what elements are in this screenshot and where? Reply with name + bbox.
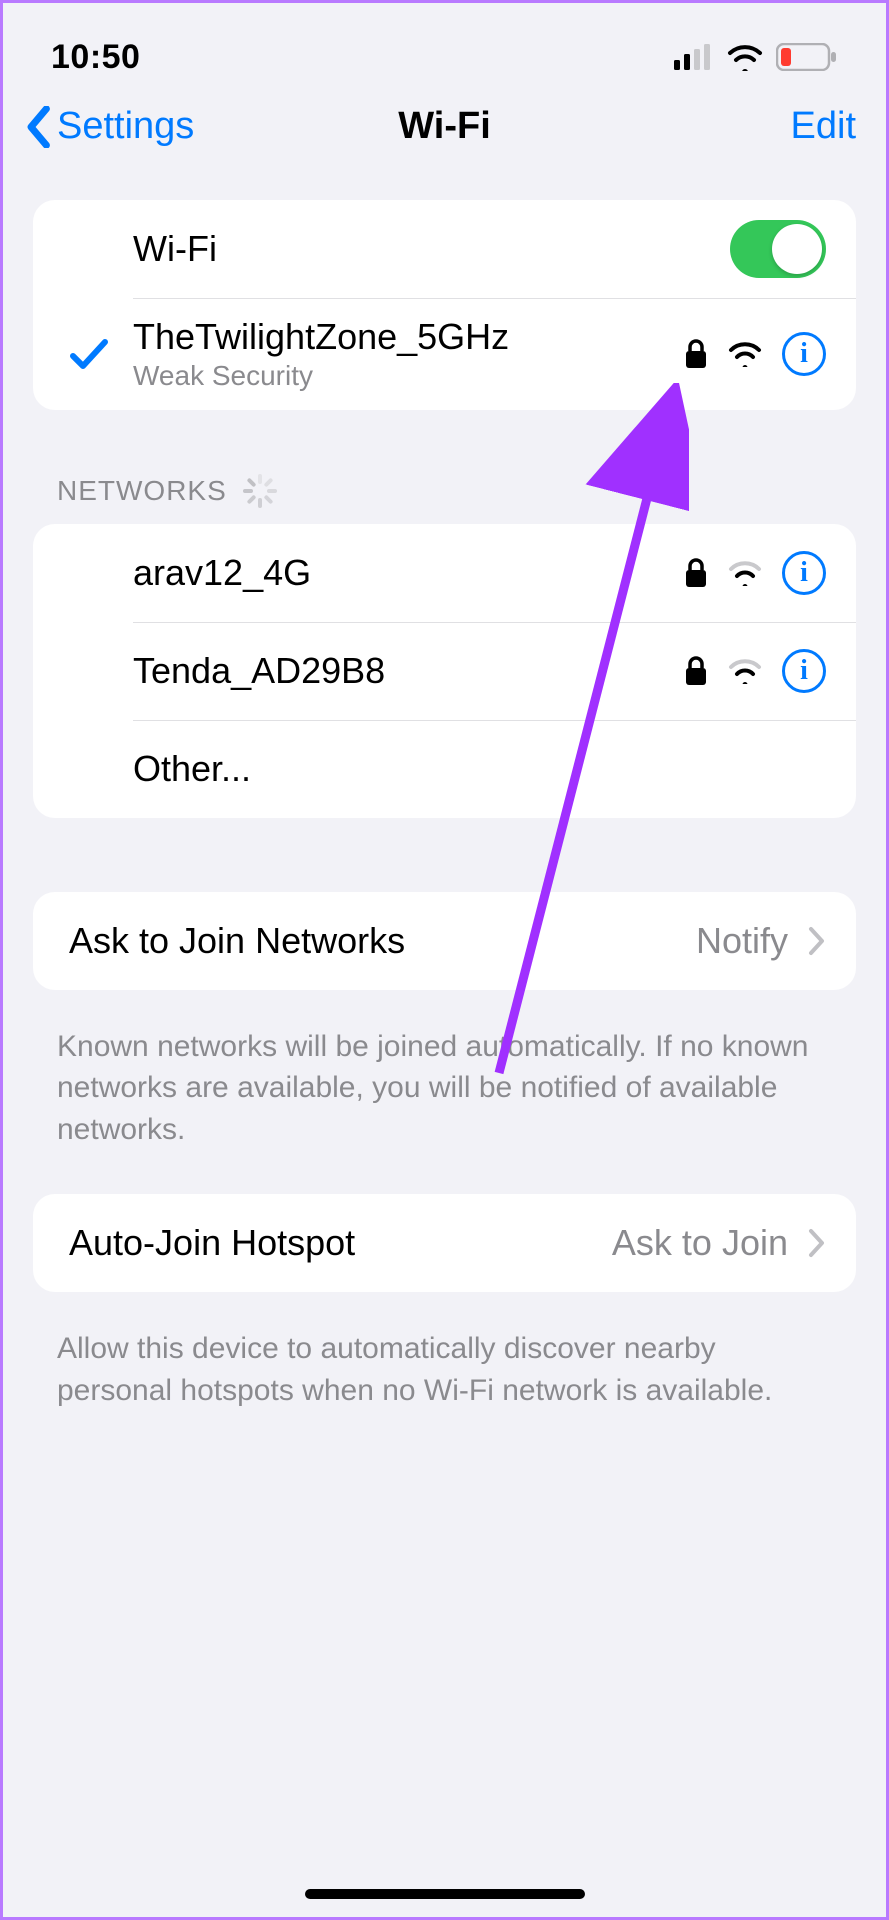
ask-join-label: Ask to Join Networks [69,920,696,962]
ask-join-row[interactable]: Ask to Join Networks Notify [33,892,856,990]
spinner-icon [243,474,277,508]
info-button[interactable]: i [782,649,826,693]
back-button[interactable]: Settings [23,105,194,148]
wifi-strength-icon [728,658,762,684]
network-name: Tenda_AD29B8 [133,650,684,692]
other-label: Other... [133,748,826,790]
wifi-toggle-row: Wi-Fi [33,200,856,298]
networks-group: arav12_4G i Tenda_AD29B8 i Other... [33,524,856,818]
networks-header: NETWORKS [3,432,886,514]
info-button[interactable]: i [782,551,826,595]
ask-join-group: Ask to Join Networks Notify [33,892,856,990]
lock-icon [684,339,708,369]
connected-network-warning: Weak Security [133,360,684,392]
connected-network-row[interactable]: TheTwilightZone_5GHz Weak Security i [33,298,856,410]
checkmark-icon [69,336,109,372]
page-title: Wi-Fi [398,105,491,148]
battery-icon [776,43,838,71]
ask-join-footer: Known networks will be joined automatica… [3,1012,886,1160]
chevron-right-icon [808,926,826,956]
status-bar: 10:50 [3,3,886,93]
status-indicators [674,43,838,71]
connected-network-name: TheTwilightZone_5GHz [133,316,684,358]
status-time: 10:50 [51,38,140,77]
nav-bar: Settings Wi-Fi Edit [3,93,886,178]
lock-icon [684,656,708,686]
auto-hotspot-value: Ask to Join [612,1222,788,1264]
network-row[interactable]: arav12_4G i [33,524,856,622]
wifi-toggle[interactable] [730,220,826,278]
ask-join-value: Notify [696,920,788,962]
other-network-row[interactable]: Other... [33,720,856,818]
network-name: arav12_4G [133,552,684,594]
chevron-right-icon [808,1228,826,1258]
lock-icon [684,558,708,588]
auto-hotspot-footer: Allow this device to automatically disco… [3,1314,886,1421]
wifi-toggle-label: Wi-Fi [133,228,730,270]
auto-hotspot-label: Auto-Join Hotspot [69,1222,612,1264]
wifi-strength-icon [728,341,762,367]
edit-button[interactable]: Edit [791,105,856,148]
chevron-left-icon [23,106,53,148]
network-row[interactable]: Tenda_AD29B8 i [33,622,856,720]
info-button[interactable]: i [782,332,826,376]
wifi-icon [726,43,764,71]
wifi-strength-icon [728,560,762,586]
cellular-icon [674,44,714,70]
auto-hotspot-group: Auto-Join Hotspot Ask to Join [33,1194,856,1292]
wifi-group: Wi-Fi TheTwilightZone_5GHz Weak Security… [33,200,856,410]
auto-hotspot-row[interactable]: Auto-Join Hotspot Ask to Join [33,1194,856,1292]
home-indicator[interactable] [305,1889,585,1899]
back-label: Settings [57,105,194,148]
